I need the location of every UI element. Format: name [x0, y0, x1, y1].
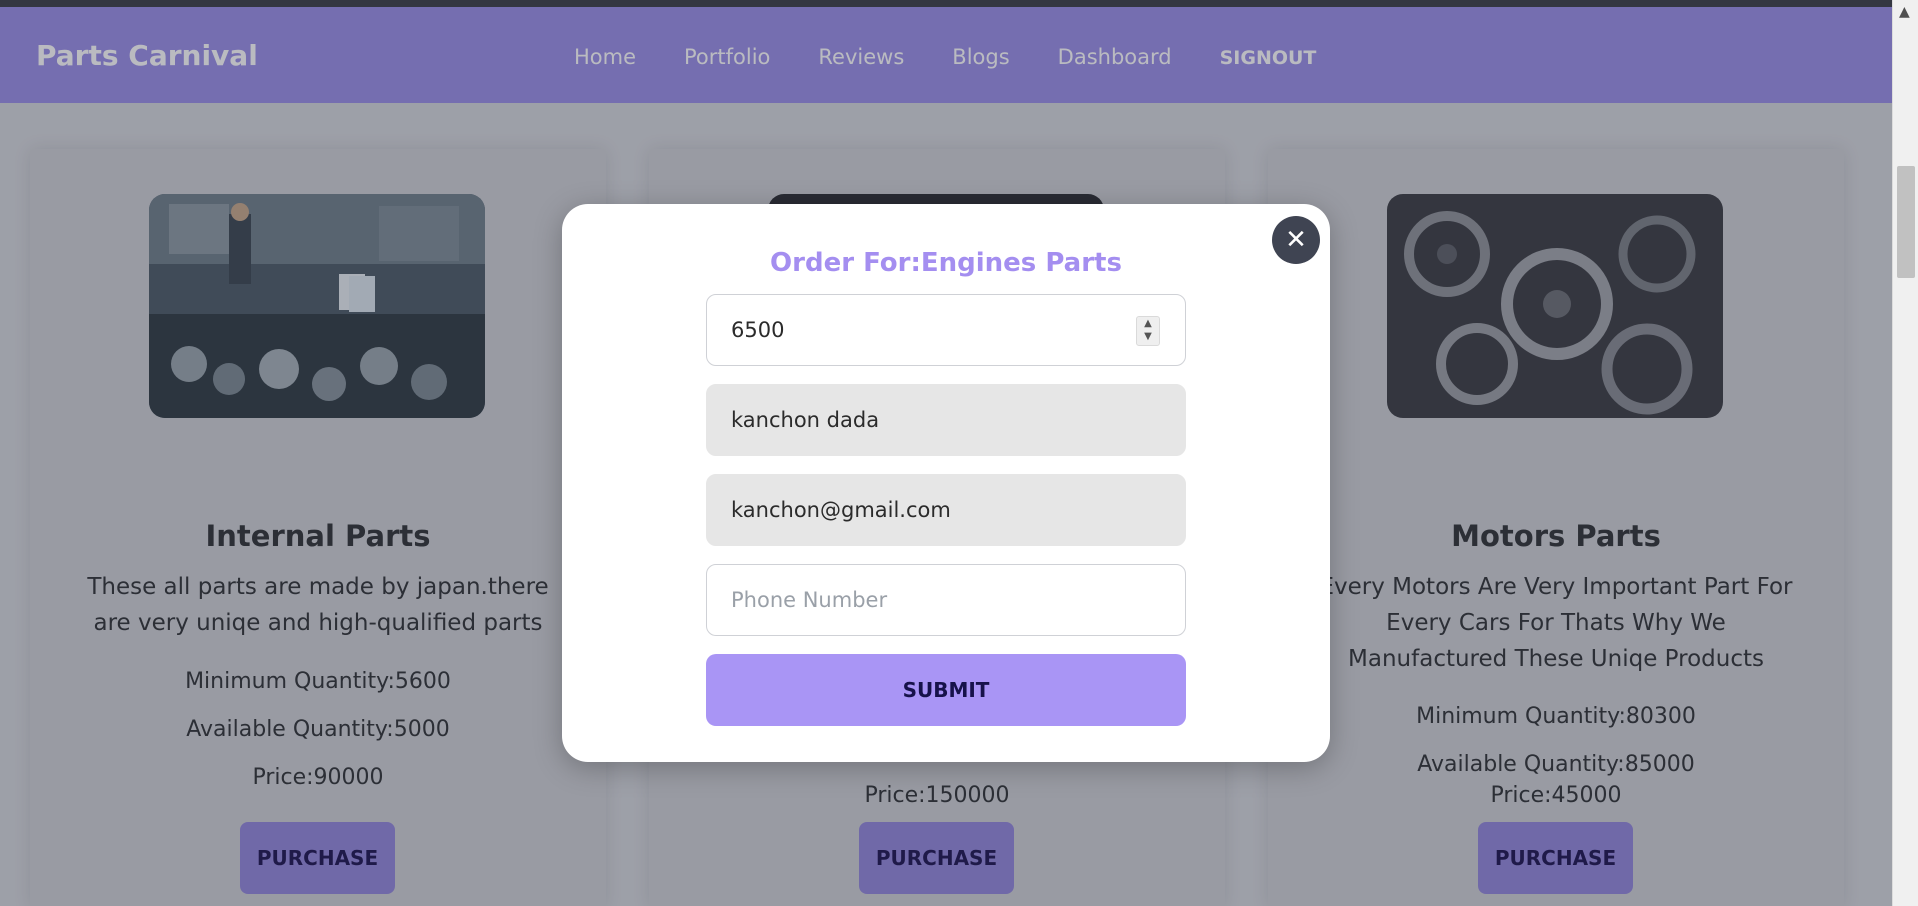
scroll-thumb[interactable]: [1897, 166, 1915, 278]
submit-button[interactable]: SUBMIT: [706, 654, 1186, 726]
phone-input[interactable]: [706, 564, 1186, 636]
name-field: [706, 384, 1186, 456]
order-modal: ✕ Order For:Engines Parts ▲▼ SUBMIT: [562, 204, 1330, 762]
email-field: [706, 474, 1186, 546]
quantity-input[interactable]: [706, 294, 1186, 366]
page-scrollbar[interactable]: ▲: [1892, 0, 1918, 906]
quantity-stepper[interactable]: ▲ ▼: [1136, 316, 1160, 346]
modal-title: Order For:Engines Parts: [770, 248, 1122, 278]
scroll-up-arrow-icon[interactable]: ▲: [1899, 4, 1910, 20]
